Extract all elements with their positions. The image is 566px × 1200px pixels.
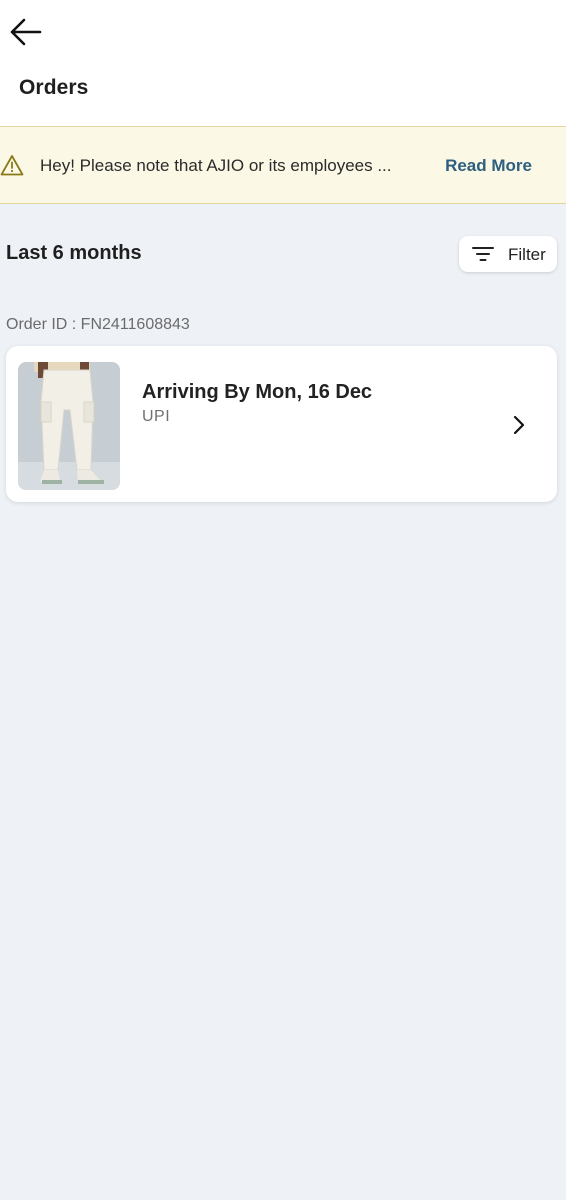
order-id-label: Order ID : FN2411608843: [6, 316, 190, 333]
chevron-right-icon[interactable]: [512, 414, 526, 436]
order-card[interactable]: Arriving By Mon, 16 Dec UPI: [6, 346, 557, 502]
delivery-status: Arriving By Mon, 16 Dec: [142, 381, 373, 403]
notice-text: Hey! Please note that AJIO or its employ…: [40, 156, 392, 175]
arrow-left-icon: [10, 18, 42, 46]
warning-icon: [0, 155, 24, 176]
product-thumbnail: [18, 362, 120, 490]
filter-label: Filter: [508, 245, 546, 264]
notice-banner: Hey! Please note that AJIO or its employ…: [0, 126, 566, 204]
read-more-link[interactable]: Read More: [445, 156, 532, 176]
filter-button[interactable]: Filter: [459, 236, 557, 272]
back-button[interactable]: [6, 14, 44, 50]
time-range-title: Last 6 months: [6, 242, 142, 264]
app-header: Orders: [0, 0, 566, 126]
payment-method: UPI: [142, 408, 171, 425]
filter-lines-icon: [472, 247, 494, 261]
page-title: Orders: [19, 76, 89, 99]
